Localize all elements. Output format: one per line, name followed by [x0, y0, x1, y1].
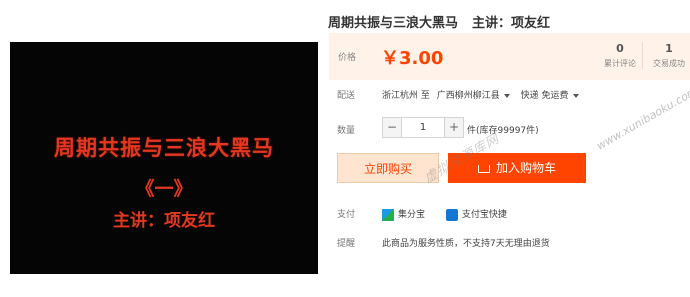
payment-label: 支付	[337, 210, 356, 220]
shipping-from: 浙江杭州 至	[382, 91, 430, 101]
chevron-down-icon	[572, 93, 579, 98]
quantity-stepper[interactable]: − 1 +	[382, 117, 464, 138]
jifenbao-icon	[382, 208, 394, 221]
price-panel: 价格 ￥3.00 0 累计评论 1 交易成功	[329, 33, 690, 80]
product-title: 周期共振与三浪大黑马 主讲：项友红	[328, 12, 550, 31]
quantity-increase-button[interactable]: +	[445, 118, 463, 137]
notice-text: 此商品为服务性质，不支持7天无理由退货	[382, 239, 550, 249]
shipping-row: 配送 浙江杭州 至 广西柳州柳江县 快递 免运费	[337, 88, 579, 101]
quantity-row: 数量	[337, 123, 382, 136]
product-title-teacher: 主讲：项友红	[472, 16, 551, 31]
alipay-icon	[445, 208, 458, 221]
shipping-label: 配送	[337, 91, 356, 101]
deals-label: 交易成功	[653, 59, 685, 68]
payment-method-jifenbao: 集分宝	[398, 210, 426, 220]
deals-count: 1	[665, 42, 673, 55]
quantity-label: 数量	[337, 126, 356, 136]
shipping-method-select[interactable]: 快递 免运费	[521, 91, 579, 101]
shipping-destination-select[interactable]: 广西柳州柳江县	[437, 91, 510, 101]
video-title-text: 周期共振与三浪大黑马	[54, 135, 274, 160]
payment-row: 支付 集分宝 支付宝快捷	[337, 207, 507, 221]
product-title-name: 周期共振与三浪大黑马	[328, 16, 459, 31]
video-teacher-text: 主讲：项友红	[113, 211, 215, 231]
deals-stat[interactable]: 1 交易成功	[642, 42, 690, 69]
cart-icon	[477, 165, 490, 173]
payment-method-alipay: 支付宝快捷	[461, 210, 507, 220]
quantity-decrease-button[interactable]: −	[383, 118, 401, 137]
chevron-down-icon	[503, 93, 510, 98]
stock-text: 件(库存99997件)	[467, 126, 539, 136]
quantity-input[interactable]: 1	[401, 118, 445, 137]
notice-label: 提醒	[337, 239, 356, 249]
reviews-label: 累计评论	[604, 59, 636, 68]
price-value: ￥3.00	[381, 48, 444, 69]
notice-row: 提醒 此商品为服务性质，不支持7天无理由退货	[337, 236, 550, 249]
add-to-cart-label: 加入购物车	[495, 161, 556, 175]
reviews-stat[interactable]: 0 累计评论	[594, 42, 646, 69]
price-label: 价格	[338, 53, 357, 63]
reviews-count: 0	[616, 42, 624, 55]
product-video-thumbnail[interactable]: 周期共振与三浪大黑马 《一》 主讲：项友红	[10, 42, 318, 274]
watermark-url: www.xunibaoku.com	[594, 84, 690, 153]
video-episode-text: 《一》	[135, 178, 193, 200]
